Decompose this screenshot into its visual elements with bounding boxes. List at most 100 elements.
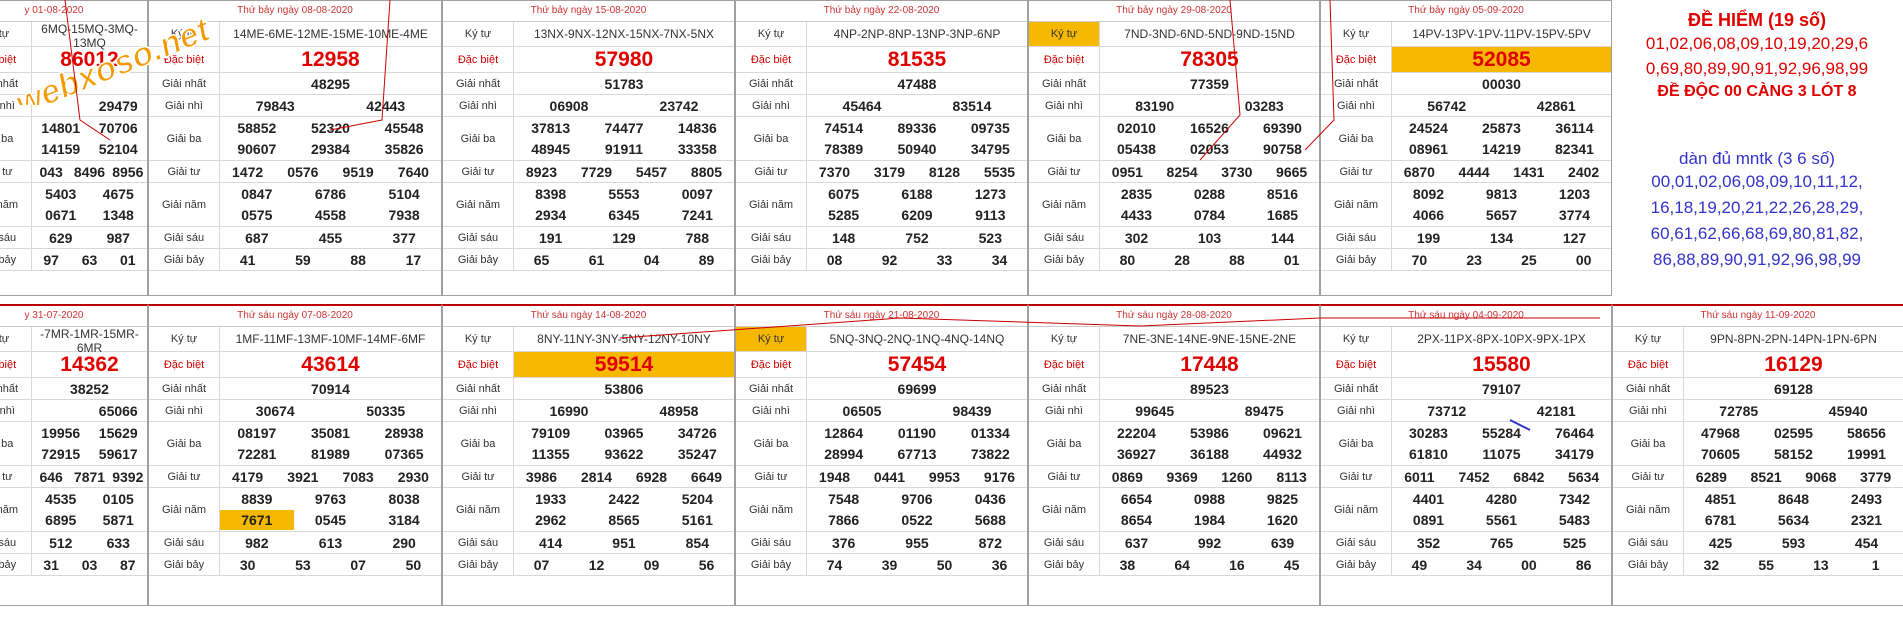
prize-number: 8654 xyxy=(1120,512,1153,529)
label-tu: Giải tư xyxy=(149,466,220,487)
label-special: Đặc biệt xyxy=(149,47,220,72)
prize-number: 83190 xyxy=(1135,97,1175,114)
values-bay: 74 39 50 36 xyxy=(807,554,1027,575)
special-prize: 59514 xyxy=(594,352,654,376)
special-prize: 43614 xyxy=(301,352,360,376)
prize-number: 45464 xyxy=(842,97,882,114)
prize-number: 6786 xyxy=(314,185,347,202)
first-prize: 70914 xyxy=(311,380,350,397)
prize-number: 4179 xyxy=(232,468,264,485)
label-special: Đặc biệt xyxy=(0,47,32,72)
values-nhi: 29479 xyxy=(32,95,147,116)
prize-number: 80 xyxy=(1119,251,1136,268)
prize-number: 14159 xyxy=(41,141,81,158)
prize-number: 2930 xyxy=(397,468,429,485)
row-tu: Giải tư 6289 8521 9068 3779 xyxy=(1613,466,1903,488)
row-special: Đặc biệt 15580 xyxy=(1321,352,1611,378)
label-tu: Giải tư xyxy=(736,161,807,182)
row-nam: Giải năm 8398 5553 0097 2934 6345 7241 xyxy=(443,183,734,227)
values-tu: 6870 4444 1431 2402 xyxy=(1392,161,1611,182)
row-nhat: Giải nhất 51783 xyxy=(443,73,734,95)
label-ba: Giải ba xyxy=(1029,117,1100,160)
row-bay: Giải bảy 97 63 01 xyxy=(0,249,147,271)
prize-number: 28 xyxy=(1174,251,1190,268)
row-ba: Giải ba 19956 15629 72915 59617 xyxy=(0,422,147,466)
prize-number: 3779 xyxy=(1860,468,1892,485)
row-bay: Giải bảy 74 39 50 36 xyxy=(736,554,1027,576)
prize-number: 6781 xyxy=(1704,512,1737,529)
row-nhi: Giải nhì 99645 89475 xyxy=(1029,400,1319,422)
side-set-line: 00,01,02,06,08,09,10,11,12, xyxy=(1651,172,1863,191)
prize-number: 56 xyxy=(698,556,715,573)
prize-number: 07 xyxy=(350,556,366,573)
row-nhat: Giải nhất 00030 xyxy=(1321,73,1611,95)
ticket-codes: 2PX-11PX-8PX-10PX-9PX-1PX xyxy=(1417,332,1586,346)
special-prize: 81535 xyxy=(887,47,947,71)
prize-number: 76464 xyxy=(1555,424,1594,441)
special-prize: 15580 xyxy=(1472,352,1531,376)
prize-number: 89 xyxy=(698,251,715,268)
values-nam: 5403 4675 0671 1348 xyxy=(32,183,147,226)
values-sau: 982 613 290 xyxy=(220,532,441,553)
label-tu: Giải tư xyxy=(1029,161,1100,182)
values-sau: 148 752 523 xyxy=(807,227,1027,248)
prize-number: 6209 xyxy=(901,207,933,224)
values-ba: 14801 70706 14159 52104 xyxy=(32,117,147,160)
first-prize: 69128 xyxy=(1774,380,1813,397)
prize-number: 7871 xyxy=(73,468,106,485)
label-bay: Giải bảy xyxy=(1321,554,1392,575)
prize-number: 52104 xyxy=(98,141,138,158)
values-nhi: 83190 03283 xyxy=(1100,95,1319,116)
row-sau: Giải sáu 302 103 144 xyxy=(1029,227,1319,249)
prize-number: 35081 xyxy=(311,424,350,441)
prize-number: 7083 xyxy=(342,468,374,485)
prize-number: 61810 xyxy=(1409,446,1448,463)
row-special: Đặc biệt 81535 xyxy=(736,47,1027,73)
prize-number: 2814 xyxy=(580,468,613,485)
label-bay: Giải bảy xyxy=(149,554,220,575)
first-prize: 89523 xyxy=(1190,380,1229,397)
prize-number: 9113 xyxy=(975,207,1006,224)
label-tu: Giải tư xyxy=(1029,466,1100,487)
label-ba: Giải ba xyxy=(736,422,807,465)
ticket-date-header: Thứ sáu ngày 28-08-2020 xyxy=(1029,306,1319,327)
prize-number: 45 xyxy=(1283,556,1300,573)
prize-number: 6289 xyxy=(1695,468,1727,485)
label-bay: Giải bảy xyxy=(149,249,220,270)
label-ba: Giải ba xyxy=(1321,422,1392,465)
row-nhat: Giải nhất 70914 xyxy=(149,378,441,400)
first-prize: 53806 xyxy=(604,380,644,397)
prize-number: 5553 xyxy=(608,185,640,202)
ticket-codes: 13NX-9NX-12NX-15NX-7NX-5NX xyxy=(533,27,715,41)
values-sau: 629 987 xyxy=(32,227,147,248)
prize-number: 17 xyxy=(405,251,422,268)
values-nhi: 06908 23742 xyxy=(514,95,734,116)
prize-number: 28994 xyxy=(824,446,864,463)
special-prize: 57454 xyxy=(887,352,947,376)
prize-number: 414 xyxy=(538,534,563,551)
prize-number: 302 xyxy=(1124,229,1149,246)
prize-number: 0545 xyxy=(314,512,347,529)
prize-number: 70 xyxy=(1411,251,1428,268)
prize-number: 9519 xyxy=(342,163,374,180)
row-ba: Giải ba 79109 03965 34726 11355 93622 35247 xyxy=(443,422,734,466)
prize-number: 951 xyxy=(612,534,636,551)
label-ky-tu: Ký tự xyxy=(443,327,514,351)
prize-number: 35826 xyxy=(384,141,424,158)
ticket-codes: 1MF-11MF-13MF-10MF-14MF-6MF xyxy=(235,332,426,346)
prize-number: 454 xyxy=(1854,534,1879,551)
prize-number: 06908 xyxy=(549,97,589,114)
values-nhi: 16990 48958 xyxy=(514,400,734,421)
row-codes: Ký tự 8NY-11NY-3NY-5NY-12NY-10NY xyxy=(443,327,734,352)
prize-number: 4444 xyxy=(1458,163,1490,180)
prize-number: 127 xyxy=(1562,229,1587,246)
label-ky-tu: Ký tự xyxy=(1029,22,1100,46)
label-ba: Giải ba xyxy=(1613,422,1684,465)
special-prize: 52085 xyxy=(1472,47,1531,71)
prize-number: 59617 xyxy=(98,446,138,463)
values-bay: 80 28 88 01 xyxy=(1100,249,1319,270)
prize-number: 5634 xyxy=(1568,468,1600,485)
values-nhi: 79843 42443 xyxy=(220,95,441,116)
prize-number: 629 xyxy=(49,229,73,246)
side-panel: ĐỀ HIỂM (19 số) 01,02,06,08,09,10,19,20,… xyxy=(1612,10,1902,273)
